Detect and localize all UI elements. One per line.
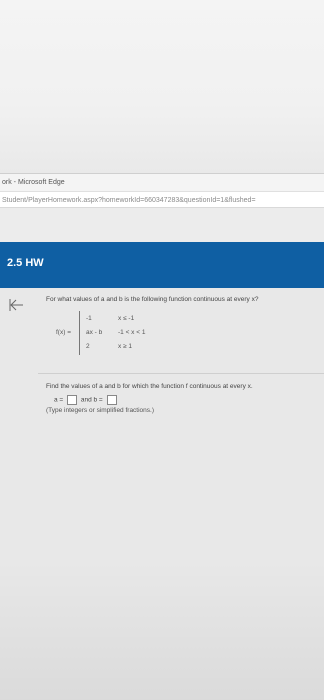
window-title: ork - Microsoft Edge bbox=[2, 179, 65, 186]
address-bar[interactable]: Student/PlayerHomework.aspx?homeworkId=6… bbox=[0, 191, 324, 208]
section-divider bbox=[38, 373, 324, 374]
question-panel: For what values of a and b is the follow… bbox=[0, 288, 324, 700]
a-label: a = bbox=[54, 396, 64, 404]
b-answer-input[interactable] bbox=[106, 395, 117, 405]
monitor-bezel-area bbox=[0, 0, 324, 173]
piece-3-condition: x ≥ 1 bbox=[118, 343, 133, 350]
address-url[interactable]: Student/PlayerHomework.aspx?homeworkId=6… bbox=[2, 197, 256, 204]
a-answer-input[interactable] bbox=[67, 395, 78, 405]
piecewise-brace bbox=[79, 311, 84, 355]
page-top-strip bbox=[0, 208, 324, 242]
answer-row: a = and b = bbox=[54, 395, 119, 405]
browser-title-bar: ork - Microsoft Edge bbox=[0, 173, 324, 191]
back-arrow-icon[interactable] bbox=[8, 298, 24, 312]
piece-2-condition: -1 < x < 1 bbox=[118, 329, 146, 336]
piece-1-expression: -1 bbox=[86, 315, 92, 322]
piece-1-condition: x ≤ -1 bbox=[118, 315, 135, 322]
function-label: f(x) = bbox=[56, 329, 71, 336]
question-prompt: For what values of a and b is the follow… bbox=[46, 296, 259, 303]
piece-2-expression: ax - b bbox=[86, 329, 103, 336]
assignment-title: 2.5 HW bbox=[7, 257, 44, 269]
assignment-header: 2.5 HW bbox=[0, 242, 324, 288]
answer-hint: (Type integers or simplified fractions.) bbox=[46, 407, 155, 414]
instruction-text: Find the values of a and b for which the… bbox=[46, 383, 253, 390]
b-label: and b = bbox=[80, 396, 103, 404]
piece-3-expression: 2 bbox=[86, 343, 90, 350]
